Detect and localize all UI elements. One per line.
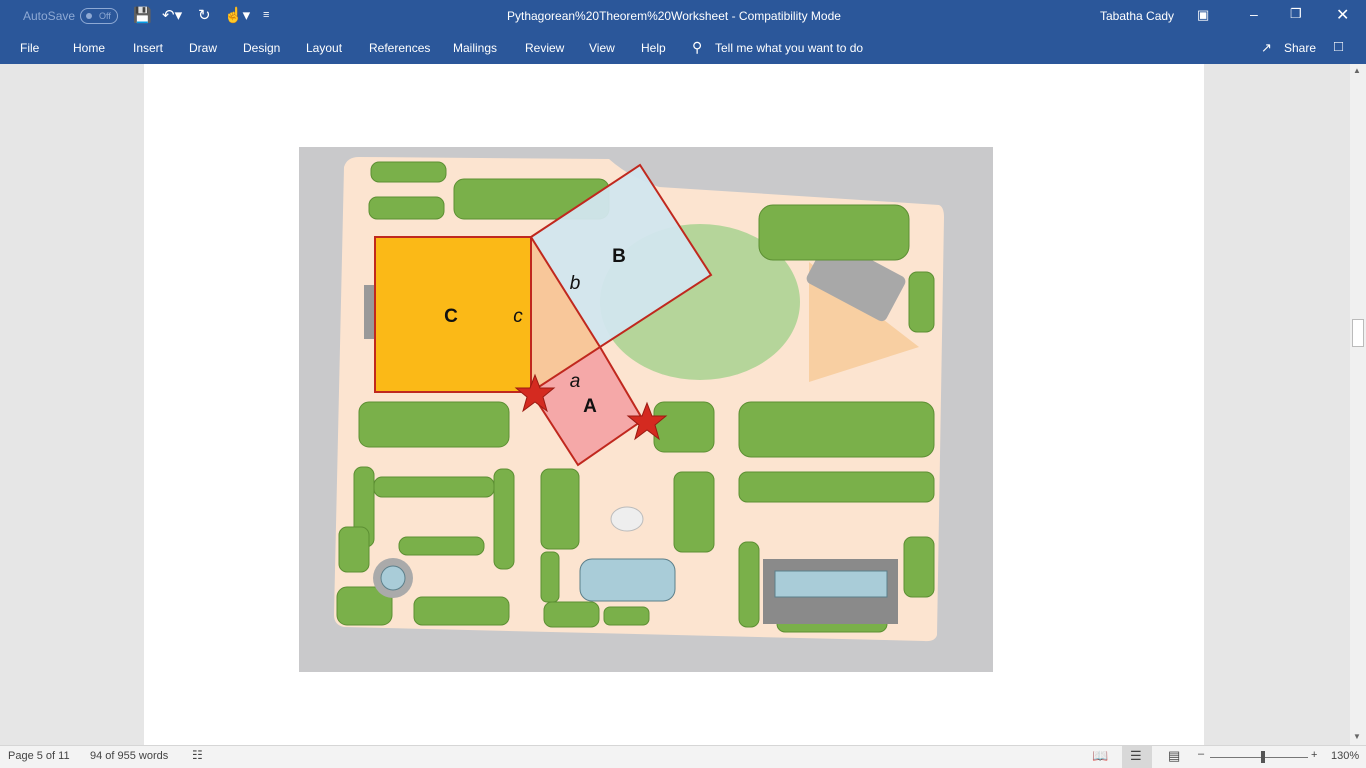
tab-layout[interactable]: Layout xyxy=(306,41,342,55)
zoom-slider-thumb[interactable] xyxy=(1261,751,1265,763)
scrollbar-thumb[interactable] xyxy=(1352,319,1364,347)
label-square-a: A xyxy=(583,396,597,417)
user-name[interactable]: Tabatha Cady xyxy=(1100,9,1174,23)
close-icon[interactable]: ✕ xyxy=(1336,5,1349,25)
scroll-down-icon[interactable]: ▼ xyxy=(1353,732,1361,741)
title-bar: AutoSave Off 💾 ↶▾ ↻ ☝▾ ≡ Pythagorean%20T… xyxy=(0,0,1366,32)
label-side-a: a xyxy=(570,371,581,392)
autosave-toggle[interactable]: Off xyxy=(80,8,118,24)
document-page: C B A c b a xyxy=(144,64,1204,745)
label-side-c: c xyxy=(513,306,523,327)
read-mode-icon[interactable]: 📖 xyxy=(1092,748,1108,764)
share-icon[interactable]: ↗ xyxy=(1261,40,1272,56)
status-bar: Page 5 of 11 94 of 955 words ☷ 📖 ☰ ▤ – +… xyxy=(0,745,1366,768)
zoom-out-button[interactable]: – xyxy=(1198,748,1204,760)
tab-file[interactable]: File xyxy=(20,41,39,55)
ribbon-tabs: File Home Insert Draw Design Layout Refe… xyxy=(0,32,1366,64)
comments-icon[interactable]: □ xyxy=(1334,38,1343,55)
tab-help[interactable]: Help xyxy=(641,41,666,55)
document-title: Pythagorean%20Theorem%20Worksheet - Comp… xyxy=(507,9,841,23)
tab-mailings[interactable]: Mailings xyxy=(453,41,497,55)
label-side-b: b xyxy=(570,273,581,294)
tab-review[interactable]: Review xyxy=(525,41,564,55)
zoom-in-button[interactable]: + xyxy=(1311,749,1317,761)
page-count[interactable]: Page 5 of 11 xyxy=(8,750,70,762)
tab-view[interactable]: View xyxy=(589,41,615,55)
label-square-b: B xyxy=(612,246,626,267)
share-button[interactable]: Share xyxy=(1284,41,1316,55)
zoom-slider[interactable] xyxy=(1210,757,1308,758)
print-layout-icon: ☰ xyxy=(1130,748,1142,763)
zoom-level[interactable]: 130% xyxy=(1331,750,1359,762)
fountain-pool xyxy=(579,558,676,602)
pool xyxy=(774,570,888,598)
redo-icon[interactable]: ↻ xyxy=(198,6,211,24)
web-layout-icon[interactable]: ▤ xyxy=(1168,748,1180,764)
undo-icon[interactable]: ↶▾ xyxy=(162,6,182,24)
proofing-icon[interactable]: ☷ xyxy=(192,748,203,762)
word-count[interactable]: 94 of 955 words xyxy=(90,750,168,762)
tab-home[interactable]: Home xyxy=(73,41,105,55)
customize-toolbar-icon[interactable]: ≡ xyxy=(263,9,269,21)
tab-references[interactable]: References xyxy=(369,41,430,55)
search-icon: ⚲ xyxy=(692,39,703,55)
tab-draw[interactable]: Draw xyxy=(189,41,217,55)
autosave-label: AutoSave xyxy=(23,9,76,23)
park-map-figure[interactable]: C B A c b a xyxy=(299,147,993,672)
touch-mode-icon[interactable]: ☝▾ xyxy=(224,6,250,24)
tell-me-input[interactable]: Tell me what you want to do xyxy=(715,41,863,55)
vertical-scrollbar[interactable]: ▲ ▼ xyxy=(1350,64,1366,745)
tab-insert[interactable]: Insert xyxy=(133,41,163,55)
restore-icon[interactable]: ❐ xyxy=(1290,6,1302,22)
tab-design[interactable]: Design xyxy=(243,41,280,55)
fountain xyxy=(610,506,644,532)
ribbon-display-icon[interactable]: ▣ xyxy=(1197,7,1209,23)
document-area: C B A c b a xyxy=(0,64,1350,745)
label-square-c: C xyxy=(444,306,458,327)
minimize-icon[interactable]: – xyxy=(1250,6,1258,22)
save-icon[interactable]: 💾 xyxy=(133,6,152,24)
scroll-up-icon[interactable]: ▲ xyxy=(1353,66,1361,75)
